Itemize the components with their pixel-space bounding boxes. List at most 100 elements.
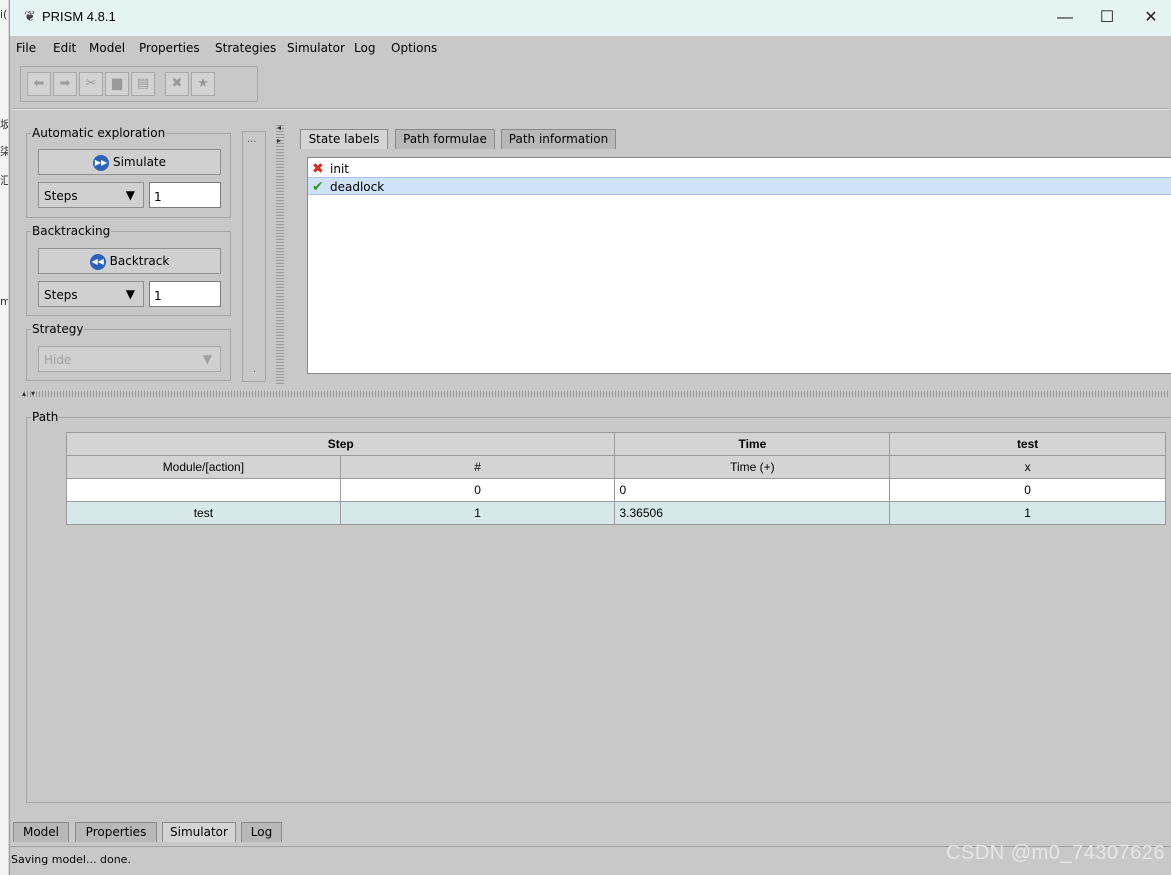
tab-path-information[interactable]: Path information	[501, 129, 616, 149]
backtrack-button[interactable]: ◀◀ Backtrack	[38, 248, 221, 274]
background-char: 坂	[0, 119, 8, 130]
group-title: Strategy	[31, 322, 85, 336]
menu-log[interactable]: Log	[354, 41, 375, 55]
background-char: m	[0, 296, 8, 307]
backtracking-group: Backtracking ◀◀ Backtrack Steps ▼ 1	[26, 224, 231, 316]
menu-bar: File Edit Model Properties Strategies Si…	[10, 37, 1171, 59]
table-header-row: Module/[action] # Time (+) x	[66, 455, 1166, 479]
group-header-step[interactable]: Step	[65, 432, 616, 456]
status-text: Saving model... done.	[11, 853, 131, 866]
combo-label: Steps	[44, 288, 78, 302]
collapsed-pane-label: ...	[247, 134, 257, 145]
menu-simulator[interactable]: Simulator	[287, 41, 345, 55]
splitter-up-arrow-icon[interactable]: ▴	[22, 389, 26, 398]
menu-options[interactable]: Options	[391, 41, 437, 55]
maximize-button[interactable]: ☐	[1092, 6, 1122, 30]
state-label-row[interactable]: ✖ init	[308, 160, 1171, 178]
group-header-test[interactable]: test	[889, 432, 1166, 456]
menu-model[interactable]: Model	[89, 41, 125, 55]
tab-log[interactable]: Log	[241, 822, 282, 842]
minimize-button[interactable]: —	[1050, 6, 1080, 30]
tab-properties[interactable]: Properties	[75, 822, 157, 842]
strategy-group: Strategy Hide ▼	[26, 322, 231, 381]
redo-icon[interactable]: ➡	[53, 72, 77, 96]
red-x-icon: ✖	[312, 161, 324, 177]
paste-icon[interactable]: ▤	[131, 72, 155, 96]
toolbar-separator	[12, 108, 1170, 110]
group-title: Automatic exploration	[31, 126, 167, 140]
watermark: CSDN @m0_74307626	[946, 842, 1165, 864]
cut-icon[interactable]: ✂	[79, 72, 103, 96]
state-label-row[interactable]: ✔ deadlock	[308, 177, 1171, 195]
automatic-exploration-group: Automatic exploration ▶▶ Simulate Steps ▼…	[26, 126, 231, 218]
collapsed-pane-marker: .	[253, 364, 257, 375]
state-label-name: deadlock	[330, 180, 385, 194]
cell-x: 1	[889, 501, 1166, 525]
splitter-right-arrow-icon[interactable]: ▸	[277, 136, 281, 145]
prism-window: ❦ PRISM 4.8.1 — ☐ ✕ File Edit Model Prop…	[9, 0, 1171, 875]
group-title: Path	[31, 410, 60, 424]
exploration-mode-select[interactable]: Steps ▼	[38, 182, 144, 208]
simulate-button[interactable]: ▶▶ Simulate	[38, 149, 221, 175]
column-header-time[interactable]: Time (+)	[614, 455, 891, 479]
window-title: PRISM 4.8.1	[42, 9, 116, 24]
table-row[interactable]: 0 0 0	[66, 478, 1166, 502]
backtrack-label: Backtrack	[109, 254, 170, 268]
menu-properties[interactable]: Properties	[139, 41, 200, 55]
splitter-down-arrow-icon[interactable]: ▾	[31, 389, 35, 398]
background-window-strip: i( 坂 柒 汇 m	[0, 0, 9, 875]
green-check-icon: ✔	[312, 179, 324, 195]
select-all-icon[interactable]: ★	[191, 72, 215, 96]
tab-path-formulae[interactable]: Path formulae	[395, 129, 495, 149]
cell-module	[66, 478, 341, 502]
splitter-left-arrow-icon[interactable]: ◂	[277, 123, 281, 132]
exploration-steps-input[interactable]: 1	[149, 182, 221, 208]
state-label-name: init	[330, 162, 349, 176]
undo-icon[interactable]: ⬅	[27, 72, 51, 96]
group-title: Backtracking	[31, 224, 112, 238]
background-char: 汇	[0, 175, 8, 186]
menu-edit[interactable]: Edit	[53, 41, 76, 55]
background-char: i(	[0, 8, 8, 21]
backtrack-steps-input[interactable]: 1	[149, 281, 221, 307]
toolbar: ⬅ ➡ ✂ ▆ ▤ ✖ ★	[20, 66, 258, 102]
column-header-step-number[interactable]: #	[339, 455, 616, 479]
combo-label: Steps	[44, 189, 78, 203]
tab-simulator[interactable]: Simulator	[162, 822, 236, 842]
state-labels-list: ✖ init ✔ deadlock	[307, 157, 1171, 374]
vertical-splitter[interactable]	[276, 124, 284, 384]
table-group-header-row: Step Time test	[65, 432, 1166, 456]
strategy-select[interactable]: Hide ▼	[38, 346, 221, 372]
menu-strategies[interactable]: Strategies	[215, 41, 276, 55]
tab-model[interactable]: Model	[13, 822, 69, 842]
menu-file[interactable]: File	[16, 41, 36, 55]
column-header-x[interactable]: x	[889, 455, 1166, 479]
background-char: 柒	[0, 146, 8, 157]
rewind-icon: ◀◀	[89, 253, 106, 270]
dropdown-arrow-icon: ▼	[125, 287, 135, 301]
backtrack-mode-select[interactable]: Steps ▼	[38, 281, 144, 307]
cell-time: 3.36506	[614, 501, 891, 525]
cell-x: 0	[889, 478, 1166, 502]
dropdown-arrow-icon: ▼	[202, 352, 212, 366]
simulate-label: Simulate	[112, 155, 167, 169]
prism-app-icon: ❦	[24, 9, 36, 25]
table-row[interactable]: test 1 3.36506 1	[66, 501, 1166, 525]
cell-step: 1	[339, 501, 616, 525]
group-header-time[interactable]: Time	[614, 432, 891, 456]
horizontal-splitter[interactable]	[24, 391, 1170, 397]
copy-icon[interactable]: ▆	[105, 72, 129, 96]
close-button[interactable]: ✕	[1136, 6, 1166, 30]
fast-forward-icon: ▶▶	[92, 154, 109, 171]
collapsed-side-pane[interactable]: ... .	[242, 131, 266, 382]
delete-icon[interactable]: ✖	[165, 72, 189, 96]
cell-step: 0	[339, 478, 616, 502]
cell-time: 0	[614, 478, 891, 502]
column-header-module[interactable]: Module/[action]	[66, 455, 341, 479]
title-bar: ❦ PRISM 4.8.1 — ☐ ✕	[10, 0, 1171, 36]
tab-state-labels[interactable]: State labels	[300, 129, 388, 149]
cell-module: test	[66, 501, 341, 525]
dropdown-arrow-icon: ▼	[125, 188, 135, 202]
path-table: Step Time test Module/[action] # Time (+…	[65, 432, 1166, 525]
strategy-selected-value: Hide	[44, 353, 72, 367]
